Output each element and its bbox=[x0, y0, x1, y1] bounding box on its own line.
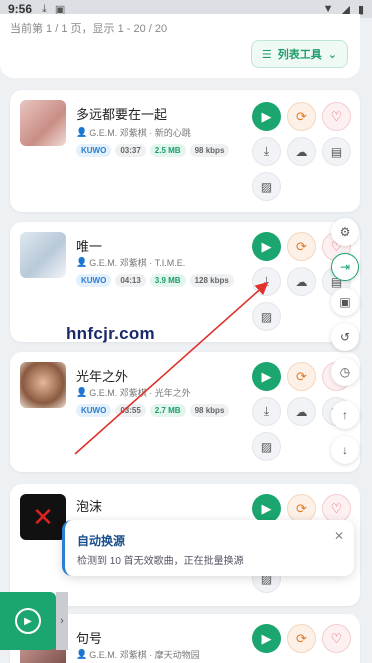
album-cover bbox=[20, 232, 66, 278]
list-header: 当前第 1 / 1 页，显示 1 - 20 / 20 ☰ 列表工具 ⌄ bbox=[0, 14, 360, 78]
arrow-up-icon: ↑ bbox=[342, 408, 348, 422]
favorite-button[interactable]: ♡ bbox=[322, 494, 351, 523]
duration-tag: 03:55 bbox=[115, 404, 146, 417]
history-icon: ↺ bbox=[339, 330, 351, 344]
cloud-download-button[interactable]: ☁ bbox=[287, 137, 316, 166]
chevron-down-icon: ⌄ bbox=[327, 48, 337, 61]
play-button[interactable]: ▶ bbox=[252, 232, 281, 261]
album-cover: ✕ bbox=[20, 494, 66, 540]
song-card[interactable]: 多远都要在一起 👤 G.E.M. 邓紫棋 · 新的心跳 KUWO 03:37 2.… bbox=[10, 90, 360, 212]
song-artist: 👤 G.E.M. 邓紫棋 · T.I.M.E. bbox=[76, 256, 185, 269]
settings-button[interactable]: ⚙ bbox=[331, 218, 359, 246]
user-icon: 👤 bbox=[76, 387, 88, 397]
page-info: 当前第 1 / 1 页，显示 1 - 20 / 20 bbox=[10, 23, 168, 35]
chevron-right-icon: › bbox=[60, 615, 64, 627]
download-button[interactable]: ⤓ bbox=[252, 267, 281, 296]
user-icon: 👤 bbox=[76, 257, 88, 267]
cover-image-button[interactable]: ▨ bbox=[252, 432, 281, 461]
artist-label: G.E.M. 邓紫棋 · 光年之外 bbox=[89, 388, 191, 398]
size-tag: 3.9 MB bbox=[149, 274, 186, 287]
gear-icon: ⚙ bbox=[339, 225, 351, 239]
song-title: 多远都要在一起 bbox=[76, 107, 168, 122]
song-tags: KUWO 03:55 2.7 MB 98 kbps bbox=[76, 404, 230, 417]
user-icon: 👤 bbox=[76, 127, 88, 137]
list-tools-button[interactable]: ☰ 列表工具 ⌄ bbox=[250, 40, 348, 68]
song-title: 光年之外 bbox=[76, 369, 129, 384]
size-tag: 2.7 MB bbox=[149, 404, 186, 417]
login-icon: ⇥ bbox=[339, 260, 351, 274]
bitrate-tag: 128 kbps bbox=[189, 274, 234, 287]
cover-image-button[interactable]: ▨ bbox=[252, 172, 281, 201]
source-tag: KUWO bbox=[76, 274, 112, 287]
bitrate-tag: 98 kbps bbox=[189, 144, 230, 157]
song-card[interactable]: 光年之外 👤 G.E.M. 邓紫棋 · 光年之外 KUWO 03:55 2.7 M… bbox=[10, 352, 360, 472]
refresh-source-button[interactable]: ⟳ bbox=[287, 232, 316, 261]
song-artist: 👤 G.E.M. 邓紫棋 · 光年之外 bbox=[76, 386, 191, 399]
bitrate-tag: 98 kbps bbox=[189, 404, 230, 417]
lyrics-button[interactable]: ▤ bbox=[322, 137, 351, 166]
scroll-down-button[interactable]: ↓ bbox=[331, 436, 359, 464]
source-tag: KUWO bbox=[76, 144, 112, 157]
user-icon: 👤 bbox=[76, 649, 88, 659]
artist-label: G.E.M. 邓紫棋 · T.I.M.E. bbox=[89, 258, 186, 268]
add-folder-button[interactable]: ▣ bbox=[331, 288, 359, 316]
duration-tag: 04:13 bbox=[115, 274, 146, 287]
album-cover bbox=[20, 362, 66, 408]
player-expand-tab[interactable]: › bbox=[56, 592, 68, 650]
song-artist: 👤 G.E.M. 邓紫棋 · 新的心跳 bbox=[76, 126, 191, 139]
mini-player[interactable]: ▶ bbox=[0, 592, 56, 650]
song-title: 句号 bbox=[76, 631, 103, 646]
cover-image-button[interactable]: ▨ bbox=[252, 302, 281, 331]
song-tags: KUWO 03:37 2.5 MB 98 kbps bbox=[76, 144, 230, 157]
refresh-source-button[interactable]: ⟳ bbox=[287, 102, 316, 131]
timer-button[interactable]: ◷ bbox=[331, 358, 359, 386]
play-circle-icon[interactable]: ▶ bbox=[15, 608, 41, 634]
toast-message: 检测到 10 首无效歌曲，正在批量换源 bbox=[77, 556, 244, 567]
song-title: 唯一 bbox=[76, 239, 103, 254]
login-button[interactable]: ⇥ bbox=[331, 253, 359, 281]
refresh-source-button[interactable]: ⟳ bbox=[287, 362, 316, 391]
list-tools-label: 列表工具 bbox=[277, 49, 322, 61]
toast-title: 自动换源 bbox=[77, 534, 126, 548]
sliders-icon: ☰ bbox=[261, 48, 272, 61]
source-tag: KUWO bbox=[76, 404, 112, 417]
artist-label: G.E.M. 邓紫棋 · 摩天动物园 bbox=[89, 650, 200, 660]
history-button[interactable]: ↺ bbox=[331, 323, 359, 351]
watermark-text: hnfcjr.com bbox=[66, 324, 155, 343]
duration-tag: 03:37 bbox=[115, 144, 146, 157]
refresh-source-button[interactable]: ⟳ bbox=[287, 494, 316, 523]
size-tag: 2.5 MB bbox=[149, 144, 186, 157]
play-button[interactable]: ▶ bbox=[252, 494, 281, 523]
cloud-download-button[interactable]: ☁ bbox=[287, 267, 316, 296]
download-button[interactable]: ⤓ bbox=[252, 137, 281, 166]
scroll-up-button[interactable]: ↑ bbox=[331, 401, 359, 429]
folder-plus-icon: ▣ bbox=[339, 295, 351, 309]
album-cover bbox=[20, 100, 66, 146]
favorite-button[interactable]: ♡ bbox=[322, 102, 351, 131]
cloud-download-button[interactable]: ☁ bbox=[287, 397, 316, 426]
clock-icon: ◷ bbox=[339, 365, 351, 379]
arrow-down-icon: ↓ bbox=[342, 443, 348, 457]
auto-switch-toast: 自动换源 检测到 10 首无效歌曲，正在批量换源 ✕ bbox=[62, 520, 354, 576]
favorite-button[interactable]: ♡ bbox=[322, 624, 351, 653]
play-button[interactable]: ▶ bbox=[252, 362, 281, 391]
song-card[interactable]: 唯一 👤 G.E.M. 邓紫棋 · T.I.M.E. KUWO 04:13 3.9… bbox=[10, 222, 360, 342]
song-artist: 👤 G.E.M. 邓紫棋 · 摩天动物园 bbox=[76, 648, 200, 661]
song-title: 泡沫 bbox=[76, 499, 103, 514]
artist-label: G.E.M. 邓紫棋 · 新的心跳 bbox=[89, 128, 191, 138]
play-button[interactable]: ▶ bbox=[252, 102, 281, 131]
close-icon[interactable]: ✕ bbox=[334, 529, 344, 543]
song-tags: KUWO 04:13 3.9 MB 128 kbps bbox=[76, 274, 234, 287]
refresh-source-button[interactable]: ⟳ bbox=[287, 624, 316, 653]
play-button[interactable]: ▶ bbox=[252, 624, 281, 653]
download-button[interactable]: ⤓ bbox=[252, 397, 281, 426]
